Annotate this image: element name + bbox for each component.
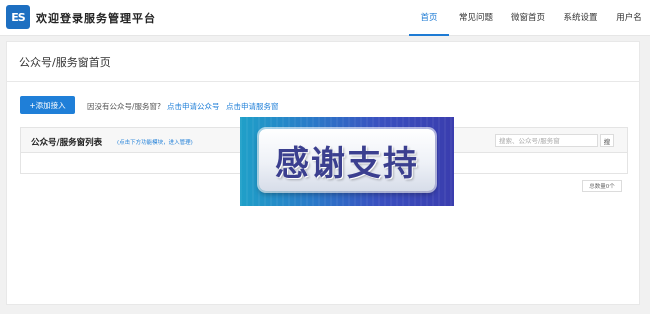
nav-item-faq[interactable]: 常见问题 [449,0,503,36]
banner-text: 感谢支持 [275,143,419,184]
logo-text: ES [11,10,25,24]
thanks-banner: 感谢支持 [240,117,454,206]
list-title: 公众号/服务窗列表 [31,138,103,148]
search-button[interactable]: 搜 [600,134,614,147]
nav-item-micro-home[interactable]: 微窗首页 [503,0,553,36]
logo-icon[interactable]: ES [6,5,30,29]
top-bar: ES 欢迎登录服务管理平台 首页 常见问题 微窗首页 系统设置 用户名 [0,0,650,36]
main-nav: 首页 常见问题 微窗首页 系统设置 用户名 [409,0,650,36]
total-count-badge: 总数量0个 [582,180,622,192]
no-account-hint: 因没有公众号/服务窗? [87,102,162,111]
app-title: 欢迎登录服务管理平台 [36,12,156,25]
page-title: 公众号/服务窗首页 [19,56,111,69]
nav-item-settings[interactable]: 系统设置 [553,0,608,36]
divider [7,81,639,82]
nav-item-home[interactable]: 首页 [409,0,449,36]
apply-service-window-link[interactable]: 点击申请服务窗 [226,101,279,112]
banner-plaque: 感谢支持 [259,129,435,191]
nav-item-username[interactable]: 用户名 [608,0,650,36]
list-subhint: (点击下方功能模块，进入管理) [117,140,193,146]
add-access-button[interactable]: +添加接入 [20,96,75,114]
apply-public-account-link[interactable]: 点击申请公众号 [167,101,220,112]
search-input[interactable] [495,134,598,147]
